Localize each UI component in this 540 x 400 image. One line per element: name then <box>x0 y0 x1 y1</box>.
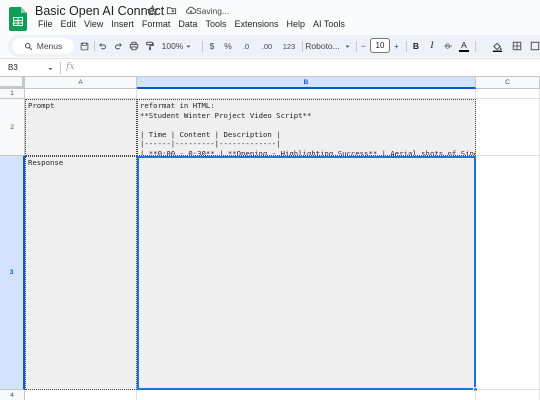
menu-extensions[interactable]: Extensions <box>230 19 282 29</box>
text-color-button[interactable]: A <box>458 38 470 54</box>
column-header-c[interactable]: C <box>476 77 540 89</box>
cell-b4[interactable] <box>137 390 476 400</box>
menu-view[interactable]: View <box>80 19 107 29</box>
increase-font-size-button[interactable]: + <box>392 38 401 54</box>
chevron-down-icon <box>345 45 350 48</box>
cell-b3-selected[interactable] <box>137 156 476 390</box>
save-icon[interactable] <box>78 38 90 54</box>
cell-a2[interactable]: Prompt <box>25 99 137 156</box>
format-percent-button[interactable]: % <box>222 38 234 54</box>
menu-file[interactable]: File <box>34 19 57 29</box>
bold-button[interactable]: B <box>410 38 422 54</box>
menu-tools[interactable]: Tools <box>201 19 230 29</box>
chevron-down-icon[interactable] <box>47 66 54 72</box>
column-header-a[interactable]: A <box>25 77 137 89</box>
row-header-3[interactable]: 3 <box>0 156 25 390</box>
formula-bar: B3 fx <box>0 58 540 77</box>
paint-format-icon[interactable] <box>144 38 156 54</box>
italic-button[interactable]: I <box>426 38 438 54</box>
format-currency-button[interactable]: $ <box>206 38 218 54</box>
increase-decimals-button[interactable]: .00 <box>258 38 276 54</box>
more-formats-button[interactable]: 123 <box>280 38 298 54</box>
title-bar: Basic Open AI Connect Saving... File Edi… <box>0 0 540 34</box>
decrease-decimals-button[interactable]: .0 <box>238 38 254 54</box>
redo-icon[interactable] <box>112 38 124 54</box>
fill-color-icon[interactable] <box>490 38 504 54</box>
print-icon[interactable] <box>128 38 140 54</box>
percent-label: % <box>224 41 232 51</box>
cell-b2[interactable]: reformat in HTML: **Student Winter Proje… <box>137 99 476 156</box>
select-all-corner[interactable] <box>0 77 25 89</box>
document-title[interactable]: Basic Open AI Connect <box>35 4 164 18</box>
cell-c1[interactable] <box>476 89 540 99</box>
star-icon[interactable] <box>147 5 158 16</box>
menus-label: Menus <box>36 41 63 51</box>
row-header-4[interactable]: 4 <box>0 390 25 400</box>
plus-label: + <box>394 41 399 51</box>
italic-label: I <box>430 41 434 51</box>
font-size-input[interactable]: 10 <box>370 38 390 53</box>
cell-c2[interactable] <box>476 99 540 156</box>
increase-decimals-label: .00 <box>261 41 273 51</box>
cell-a1[interactable] <box>25 89 137 99</box>
menu-ai-tools[interactable]: AI Tools <box>309 19 349 29</box>
menu-insert[interactable]: Insert <box>107 19 138 29</box>
toolbar: Menus 100% $ % .0 .00 123 Roboto... − 10… <box>8 35 540 57</box>
font-name: Roboto... <box>305 41 340 51</box>
minus-label: − <box>361 41 366 51</box>
spreadsheet-grid: A B C 1 2 3 4 Prompt reformat in HTML: *… <box>0 77 540 400</box>
menu-help[interactable]: Help <box>282 19 309 29</box>
menu-data[interactable]: Data <box>174 19 201 29</box>
row-header-2[interactable]: 2 <box>0 99 25 156</box>
search-menus-button[interactable]: Menus <box>12 38 74 54</box>
font-select[interactable]: Roboto... <box>304 38 352 54</box>
decrease-font-size-button[interactable]: − <box>359 38 368 54</box>
saving-status: Saving... <box>196 6 230 16</box>
move-folder-icon[interactable] <box>166 5 177 16</box>
currency-label: $ <box>209 41 215 51</box>
cell-c4[interactable] <box>476 390 540 400</box>
strikethrough-icon[interactable]: S <box>442 38 454 54</box>
decrease-decimals-label: .0 <box>242 41 250 51</box>
number-format-label: 123 <box>282 41 296 51</box>
cell-a3[interactable]: Response <box>25 156 137 390</box>
search-icon <box>24 42 32 50</box>
menu-edit[interactable]: Edit <box>57 19 81 29</box>
zoom-value: 100% <box>161 41 184 51</box>
fx-icon: fx <box>66 62 75 72</box>
merge-cells-icon[interactable] <box>530 38 540 54</box>
cell-c3[interactable] <box>476 156 540 390</box>
text-color-swatch <box>459 49 469 52</box>
undo-icon[interactable] <box>96 38 108 54</box>
bold-label: B <box>412 41 420 51</box>
menu-bar: File Edit View Insert Format Data Tools … <box>34 19 349 29</box>
borders-icon[interactable] <box>510 38 524 54</box>
text-color-label: A <box>461 39 467 50</box>
zoom-select[interactable]: 100% <box>160 38 194 54</box>
sheets-logo-icon[interactable] <box>9 7 27 31</box>
cell-b1[interactable] <box>137 89 476 99</box>
cell-a4[interactable] <box>25 390 137 400</box>
row-header-1[interactable]: 1 <box>0 89 25 99</box>
column-header-b[interactable]: B <box>137 77 476 89</box>
menu-format[interactable]: Format <box>138 19 175 29</box>
chevron-down-icon <box>186 45 191 48</box>
name-box[interactable]: B3 <box>8 63 18 72</box>
